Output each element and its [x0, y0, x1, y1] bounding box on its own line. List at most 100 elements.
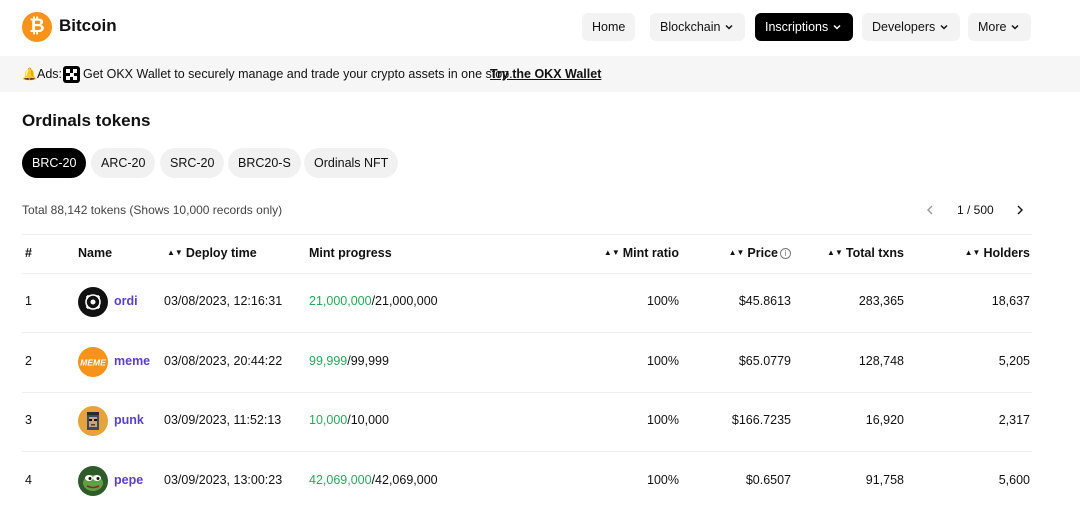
sort-icon: ▲▼ [964, 248, 981, 257]
total-supply: /42,069,000 [371, 473, 438, 487]
deploy-time: 03/09/2023, 13:00:23 [164, 473, 283, 487]
ads-label: Ads: [37, 67, 63, 81]
row-index: 4 [25, 473, 32, 487]
total-count: Total 88,142 tokens (Shows 10,000 record… [22, 203, 283, 217]
nav-developers[interactable]: Developers [862, 13, 961, 41]
chevron-left-icon[interactable] [922, 201, 938, 219]
svg-text:MEME: MEME [80, 358, 106, 368]
tab-brc20-s[interactable]: BRC20-S [228, 148, 301, 178]
ads-text: Get OKX Wallet to securely manage and tr… [83, 67, 513, 81]
minted-amount: 42,069,000 [309, 473, 372, 487]
mint-ratio: 100% [647, 413, 679, 427]
table-row[interactable]: 1 ordi 03/08/2023, 12:16:31 21,000,000/2… [0, 273, 1080, 332]
holders: 2,317 [998, 413, 1030, 427]
mint-progress: 42,069,000/42,069,000 [309, 473, 438, 487]
tab-brc-20[interactable]: BRC-20 [22, 148, 87, 178]
sort-icon: ▲▼ [728, 248, 745, 257]
deploy-time: 03/08/2023, 20:44:22 [164, 354, 283, 368]
total-txns: 128,748 [858, 354, 904, 368]
token-name-link[interactable]: pepe [114, 473, 143, 487]
price: $0.6507 [745, 473, 791, 487]
total-txns: 283,365 [858, 294, 904, 308]
column-header-deploy-time[interactable]: ▲▼ Deploy time [167, 246, 257, 260]
nav-developers-label: Developers [872, 20, 936, 34]
holders: 18,637 [991, 294, 1030, 308]
price: $65.0779 [738, 354, 791, 368]
column-header-index: # [25, 246, 32, 260]
minted-amount: 21,000,000 [309, 294, 372, 308]
sort-icon: ▲▼ [603, 248, 620, 257]
pagination-indicator: 1 / 500 [957, 203, 994, 217]
chevron-down-icon [940, 24, 948, 30]
mint-progress: 21,000,000/21,000,000 [309, 294, 438, 308]
okx-logo-icon [63, 66, 80, 83]
row-index: 1 [25, 294, 32, 308]
tab-arc-20[interactable]: ARC-20 [91, 148, 156, 178]
bell-icon: 🔔 [22, 67, 37, 81]
tab-src-20[interactable]: SRC-20 [160, 148, 225, 178]
mint-ratio: 100% [647, 473, 679, 487]
nav-inscriptions[interactable]: Inscriptions [755, 13, 854, 41]
mint-ratio: 100% [647, 354, 679, 368]
mint-ratio: 100% [647, 294, 679, 308]
nav-more-label: More [978, 20, 1007, 34]
row-index: 2 [25, 354, 32, 368]
bitcoin-logo-icon[interactable]: ₿ [22, 12, 52, 42]
table-row[interactable]: 2 MEME meme 03/08/2023, 20:44:22 99,999/… [0, 333, 1080, 392]
nav-inscriptions-label: Inscriptions [765, 20, 829, 34]
holders: 5,600 [998, 473, 1030, 487]
holders: 5,205 [998, 354, 1030, 368]
holders-label: Holders [983, 246, 1030, 260]
info-icon[interactable]: i [780, 248, 791, 259]
sort-icon: ▲▼ [167, 248, 183, 257]
table-row[interactable]: 4 pepe 03/09/2023, 13:00:23 42,069,000/4… [0, 452, 1080, 505]
price: $166.7235 [731, 413, 791, 427]
row-index: 3 [25, 413, 32, 427]
divider [22, 234, 1032, 235]
chevron-down-icon [1011, 24, 1020, 30]
chevron-right-icon[interactable] [1012, 201, 1028, 219]
total-txns-label: Total txns [845, 246, 904, 260]
meme-token-icon: MEME [78, 347, 108, 377]
minted-amount: 10,000 [309, 413, 348, 427]
price-label: Price [747, 246, 778, 260]
brand-name[interactable]: Bitcoin [59, 16, 117, 36]
ads-banner: 🔔 Ads: Get OKX Wallet to securely manage… [0, 56, 1080, 92]
nav-blockchain-label: Blockchain [660, 20, 721, 34]
table-row[interactable]: 3 punk 03/09/2023, 11:52:13 10,000/10,00… [0, 392, 1080, 451]
deploy-time: 03/09/2023, 11:52:13 [164, 413, 282, 427]
nav-home[interactable]: Home [582, 13, 636, 41]
column-header-price[interactable]: ▲▼ Price i [729, 246, 791, 260]
deploy-time: 03/08/2023, 12:16:31 [164, 294, 283, 308]
mint-ratio-label: Mint ratio [622, 246, 679, 260]
top-header: ₿ Bitcoin Home Blockchain Inscriptions D… [0, 0, 1080, 54]
ordi-token-icon [78, 287, 108, 317]
column-header-total-txns[interactable]: ▲▼ Total txns [827, 246, 904, 260]
token-name-link[interactable]: meme [114, 354, 150, 368]
token-name-link[interactable]: punk [114, 413, 144, 427]
column-header-mint-progress: Mint progress [309, 246, 392, 260]
ads-link[interactable]: Try the OKX Wallet [490, 56, 601, 92]
total-supply: /99,999 [347, 354, 389, 368]
page-title: Ordinals tokens [22, 111, 151, 130]
mint-progress: 99,999/99,999 [309, 354, 389, 368]
total-supply: /10,000 [347, 413, 389, 427]
price: $45.8613 [738, 294, 791, 308]
column-header-holders[interactable]: ▲▼ Holders [965, 246, 1030, 260]
tab-ordinals-nft[interactable]: Ordinals NFT [304, 148, 399, 178]
punk-token-icon [78, 406, 108, 436]
token-name-link[interactable]: ordi [114, 294, 138, 308]
column-header-name: Name [78, 246, 113, 260]
pepe-token-icon [78, 466, 108, 496]
nav-blockchain[interactable]: Blockchain [650, 13, 746, 41]
sort-icon: ▲▼ [827, 248, 843, 257]
column-header-mint-ratio[interactable]: ▲▼ Mint ratio [604, 246, 679, 260]
nav-home-label: Home [592, 20, 626, 34]
mint-progress: 10,000/10,000 [309, 413, 389, 427]
total-supply: /21,000,000 [371, 294, 438, 308]
total-txns: 16,920 [865, 413, 904, 427]
deploy-time-label: Deploy time [185, 246, 257, 260]
nav-more[interactable]: More [968, 13, 1032, 41]
chevron-down-icon [725, 24, 733, 30]
chevron-down-icon [833, 24, 841, 30]
